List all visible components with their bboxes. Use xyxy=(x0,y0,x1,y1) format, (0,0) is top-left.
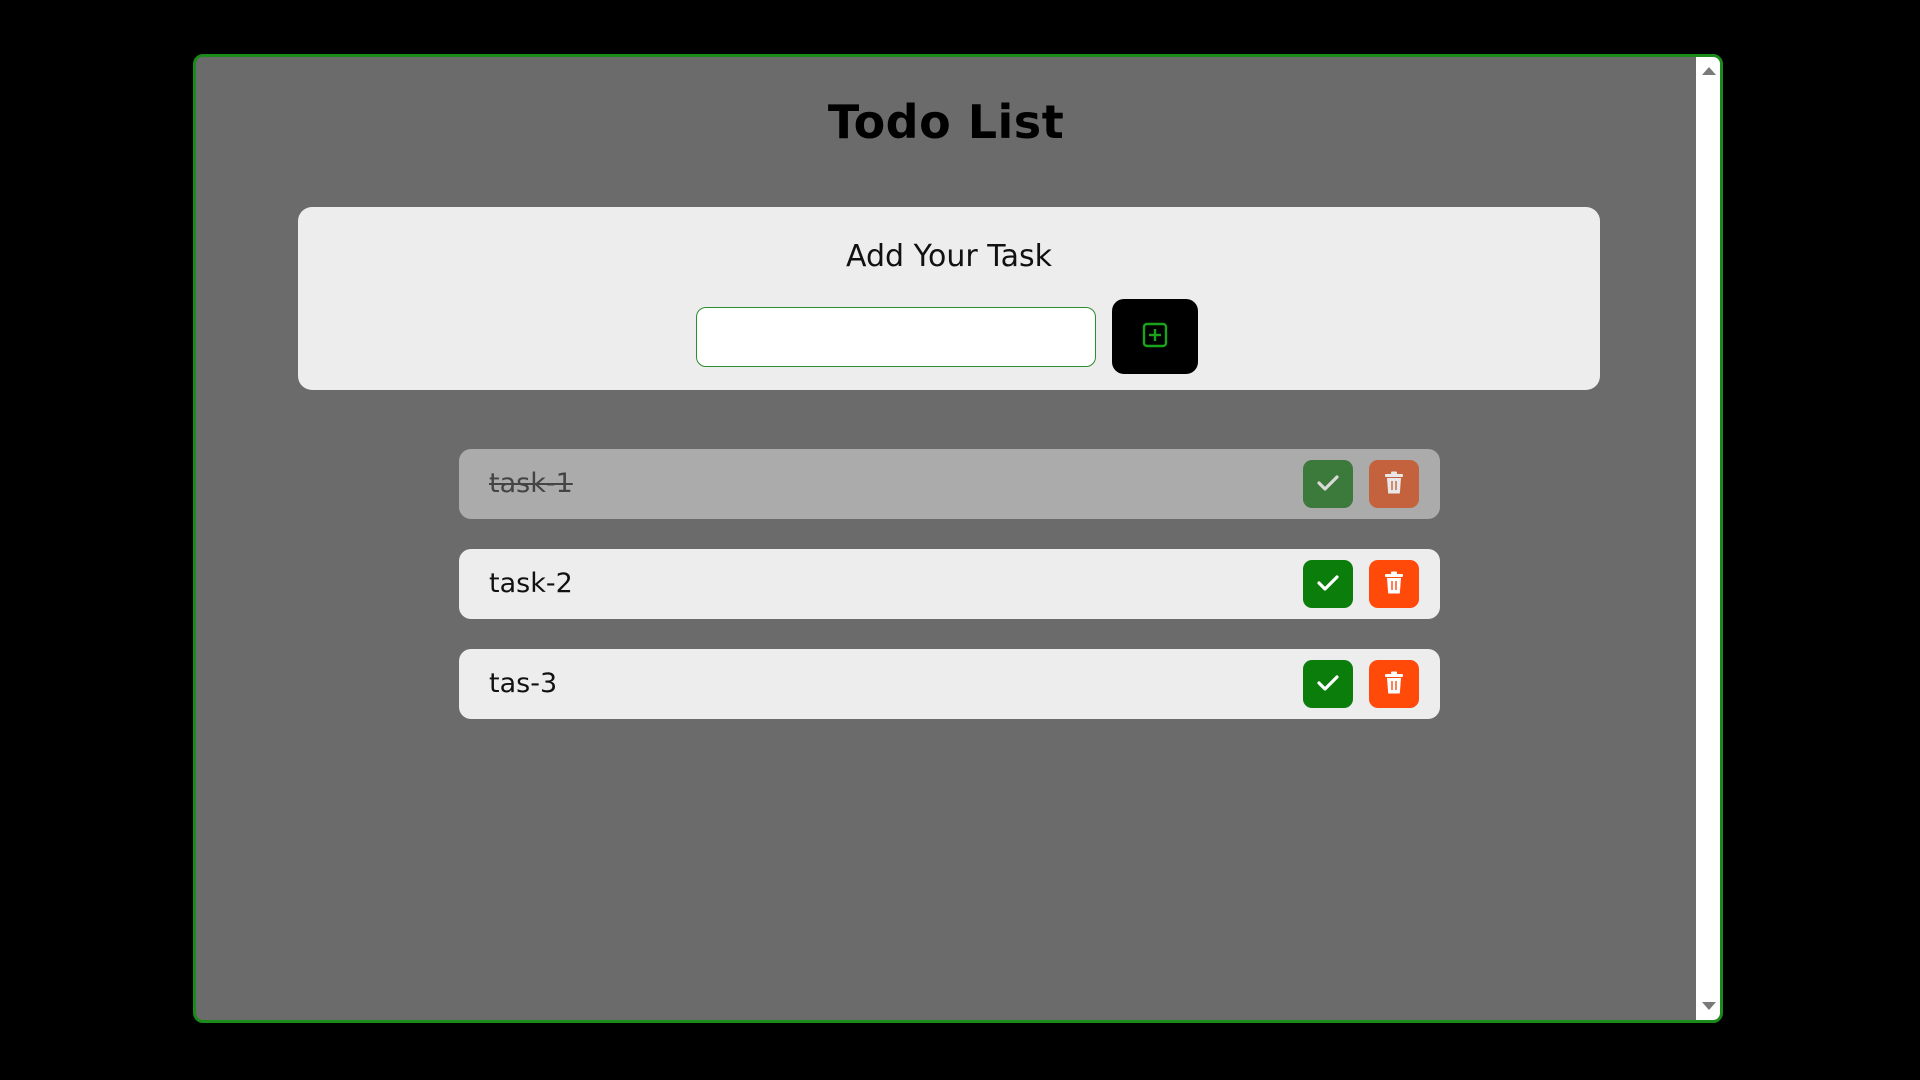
delete-task-button[interactable] xyxy=(1369,560,1419,608)
delete-task-button[interactable] xyxy=(1369,660,1419,708)
check-icon xyxy=(1317,474,1339,495)
task-label: task-2 xyxy=(489,568,573,599)
add-task-button[interactable] xyxy=(1112,299,1198,374)
complete-task-button[interactable] xyxy=(1303,560,1353,608)
task-item: task-1 xyxy=(459,449,1440,519)
task-item: tas-3 xyxy=(459,649,1440,719)
trash-icon xyxy=(1384,571,1404,598)
delete-task-button[interactable] xyxy=(1369,460,1419,508)
trash-icon xyxy=(1384,671,1404,698)
check-icon xyxy=(1317,574,1339,595)
scroll-down-arrow-icon[interactable] xyxy=(1702,1002,1716,1010)
task-item: task-2 xyxy=(459,549,1440,619)
page-title: Todo List xyxy=(827,95,1065,149)
app-window: Todo List Add Your Task task-1 task-2 ta… xyxy=(193,54,1723,1023)
complete-task-button[interactable] xyxy=(1303,460,1353,508)
vertical-scrollbar[interactable] xyxy=(1696,57,1720,1020)
check-icon xyxy=(1317,674,1339,695)
task-label: task-1 xyxy=(489,468,573,499)
trash-icon xyxy=(1384,471,1404,498)
app-content: Todo List Add Your Task task-1 task-2 ta… xyxy=(196,57,1696,1020)
add-task-heading: Add Your Task xyxy=(846,239,1052,274)
task-input[interactable] xyxy=(696,307,1096,367)
complete-task-button[interactable] xyxy=(1303,660,1353,708)
task-list: task-1 task-2 tas-3 xyxy=(459,449,1440,749)
plus-square-icon xyxy=(1142,322,1168,351)
add-task-card: Add Your Task xyxy=(298,207,1600,390)
task-label: tas-3 xyxy=(489,668,558,699)
scroll-up-arrow-icon[interactable] xyxy=(1702,67,1716,75)
